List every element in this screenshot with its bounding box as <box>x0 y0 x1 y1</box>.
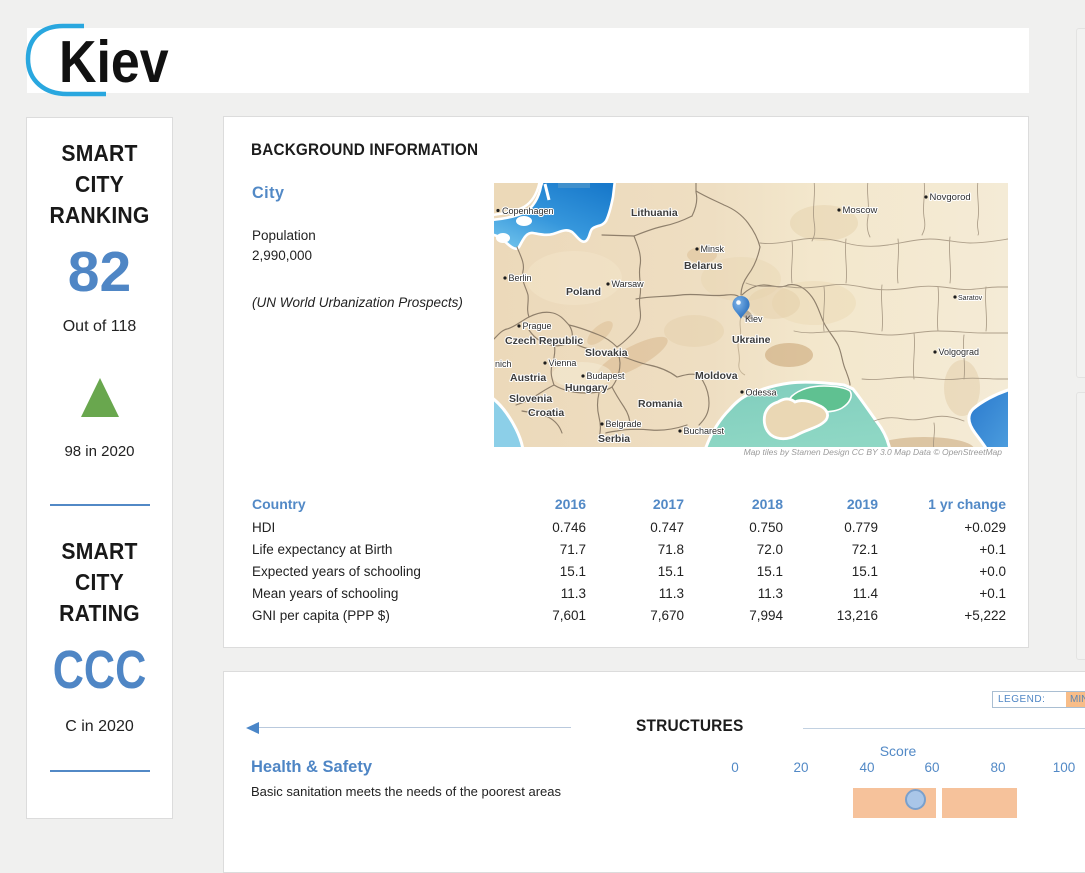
svg-text:Volgograd: Volgograd <box>939 347 980 357</box>
svg-text:Slovakia: Slovakia <box>585 347 628 359</box>
svg-text:Romania: Romania <box>638 398 683 410</box>
svg-text:Novgorod: Novgorod <box>930 192 971 203</box>
svg-text:Moscow: Moscow <box>843 205 878 216</box>
svg-text:nich: nich <box>495 359 512 369</box>
svg-text:Warsaw: Warsaw <box>612 279 645 289</box>
svg-text:Serbia: Serbia <box>598 433 630 445</box>
svg-text:Prague: Prague <box>523 321 552 331</box>
svg-text:Copenhagen: Copenhagen <box>502 206 554 216</box>
svg-text:Ukraine: Ukraine <box>732 334 771 346</box>
svg-text:Lithuania: Lithuania <box>631 207 678 219</box>
svg-text:Bucharest: Bucharest <box>684 426 725 436</box>
svg-text:Odessa: Odessa <box>746 388 777 398</box>
svg-text:Czech Republic: Czech Republic <box>505 335 583 347</box>
svg-text:Poland: Poland <box>566 286 601 298</box>
svg-text:Berlin: Berlin <box>509 273 532 283</box>
svg-text:Minsk: Minsk <box>701 244 725 254</box>
svg-text:Austria: Austria <box>510 372 546 384</box>
svg-text:Moldova: Moldova <box>695 370 738 382</box>
svg-text:Budapest: Budapest <box>587 371 626 381</box>
svg-text:Vienna: Vienna <box>549 358 577 368</box>
svg-text:Belarus: Belarus <box>684 260 723 272</box>
svg-text:Croatia: Croatia <box>528 407 564 419</box>
svg-text:Belgrade: Belgrade <box>606 419 642 429</box>
svg-text:Slovenia: Slovenia <box>509 393 552 405</box>
svg-text:Hungary: Hungary <box>565 382 608 394</box>
svg-text:Saratov: Saratov <box>958 295 983 302</box>
